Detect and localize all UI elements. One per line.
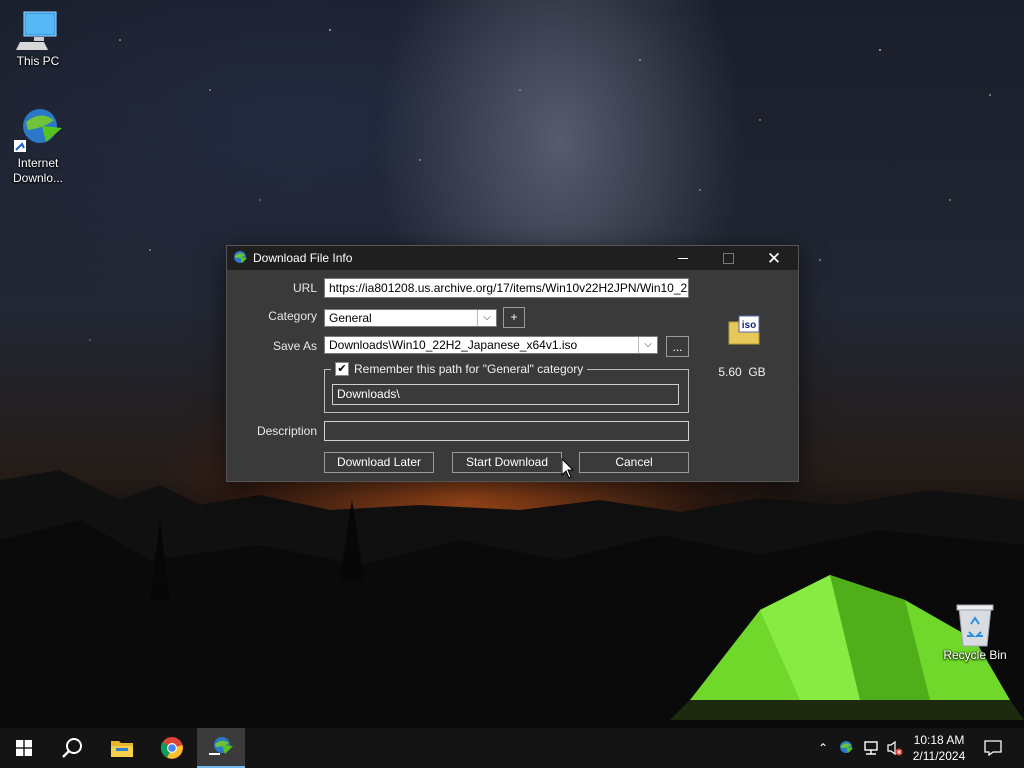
close-button[interactable]: ✕ — [751, 246, 797, 270]
clock-button[interactable]: 10:18 AM 2/11/2024 — [906, 728, 972, 768]
cancel-button[interactable]: Cancel — [579, 452, 689, 473]
maximize-icon — [722, 252, 734, 264]
tray-idm-button[interactable] — [836, 728, 856, 768]
start-download-button[interactable]: Start Download — [452, 452, 562, 473]
remember-path-checkbox-row[interactable]: ✔ Remember this path for "General" categ… — [331, 360, 588, 378]
browse-button[interactable]: ... — [666, 336, 689, 357]
start-icon — [16, 740, 32, 756]
network-button[interactable] — [860, 728, 882, 768]
mouse-cursor — [561, 458, 575, 479]
add-category-button[interactable]: + — [503, 307, 525, 328]
desktop-icon-label: Internet Downlo... — [12, 156, 64, 185]
save-as-value: Downloads\Win10_22H2_Japanese_x64v1.iso — [329, 338, 578, 352]
this-pc-icon — [14, 10, 62, 54]
file-explorer-icon — [111, 741, 133, 757]
minimize-button[interactable] — [660, 246, 706, 270]
search-button[interactable] — [48, 728, 96, 768]
file-size: 5.60 GB — [718, 365, 766, 379]
idm-icon — [209, 737, 233, 755]
svg-text:iso: iso — [742, 320, 756, 331]
taskbar-idm[interactable] — [197, 728, 245, 768]
iso-file-icon: iso — [727, 314, 761, 348]
chrome-icon — [160, 737, 183, 759]
desktop-icon-label: Recycle Bin — [943, 648, 1007, 662]
save-as-label: Save As — [272, 339, 317, 353]
description-label: Description — [256, 424, 317, 438]
download-later-button[interactable]: Download Later — [324, 452, 434, 473]
category-label: Category — [268, 309, 317, 323]
url-label: URL — [292, 281, 317, 295]
minimize-icon — [678, 257, 688, 259]
show-hidden-icons-button[interactable]: ⌃ — [812, 728, 834, 768]
remember-path-field[interactable]: Downloads\ — [332, 384, 679, 405]
taskbar: ⌃ 10:18 AM 2/11/2024 — [0, 728, 1024, 768]
clock-time: 10:18 AM — [913, 733, 965, 747]
desktop-icon-this-pc[interactable]: This PC — [0, 10, 76, 69]
download-file-info-dialog: Download File Info ✕ URL https://ia80120… — [226, 245, 799, 482]
network-icon — [864, 741, 878, 755]
category-value: General — [329, 311, 372, 325]
remember-path-checkbox[interactable]: ✔ — [335, 362, 349, 376]
idm-icon — [12, 106, 64, 156]
volume-muted-icon — [887, 740, 903, 756]
chevron-down-icon[interactable]: ⌵ — [477, 310, 496, 326]
search-icon — [62, 738, 82, 758]
save-as-select[interactable]: Downloads\Win10_22H2_Japanese_x64v1.iso … — [324, 336, 658, 354]
dialog-title: Download File Info — [253, 251, 353, 265]
close-icon: ✕ — [766, 248, 782, 268]
idm-icon — [231, 250, 247, 266]
desktop-icon-idm[interactable]: Internet Downlo... — [0, 106, 76, 186]
idm-tray-icon — [840, 741, 853, 753]
desktop-icon-recycle-bin[interactable]: Recycle Bin — [937, 602, 1013, 663]
desktop-icon-label: This PC — [16, 54, 60, 68]
action-center-button[interactable] — [978, 728, 1008, 768]
start-button[interactable] — [0, 728, 48, 768]
volume-button[interactable] — [884, 728, 906, 768]
dialog-titlebar[interactable]: Download File Info ✕ — [227, 246, 798, 270]
taskbar-chrome[interactable] — [148, 728, 196, 768]
url-field[interactable]: https://ia801208.us.archive.org/17/items… — [324, 278, 689, 298]
taskbar-file-explorer[interactable] — [98, 728, 146, 768]
clock-date: 2/11/2024 — [912, 749, 966, 763]
notification-icon — [984, 740, 1002, 756]
recycle-bin-icon — [953, 602, 997, 648]
chevron-down-icon[interactable]: ⌵ — [638, 337, 657, 353]
description-field[interactable] — [324, 421, 689, 441]
remember-path-label: Remember this path for "General" categor… — [354, 362, 584, 376]
maximize-button[interactable] — [705, 246, 751, 270]
category-select[interactable]: General ⌵ — [324, 309, 497, 327]
chevron-up-icon: ⌃ — [817, 741, 829, 755]
